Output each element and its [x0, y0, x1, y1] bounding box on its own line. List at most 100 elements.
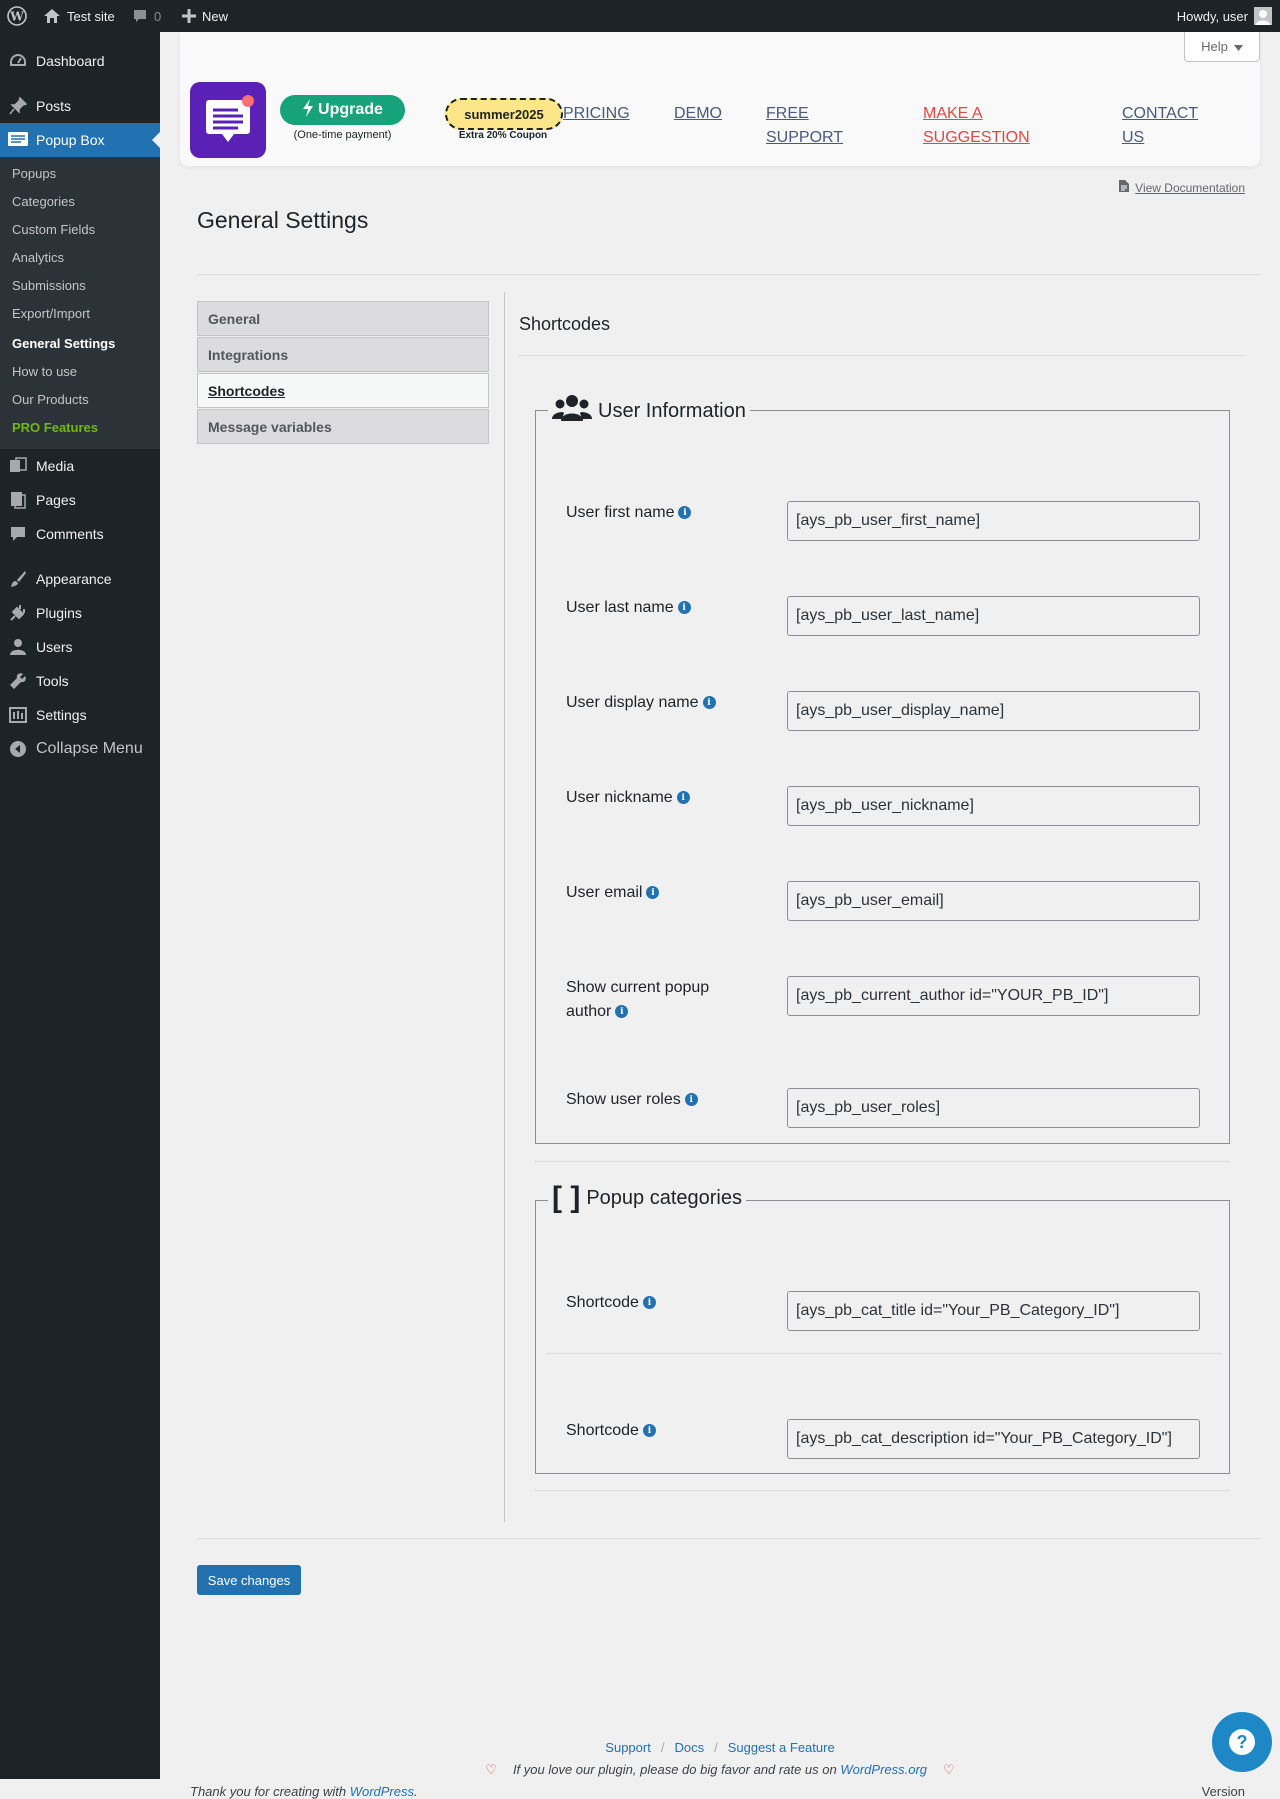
users-group-icon: [552, 393, 592, 429]
sidebar-item-plugins[interactable]: Plugins: [0, 596, 160, 630]
title-divider: [197, 274, 1260, 275]
my-account-link[interactable]: Howdy, user: [1177, 0, 1272, 32]
upgrade-note: (One-time payment): [293, 129, 392, 141]
field-label-text: User display name: [566, 694, 699, 711]
popup-box-submenu: Popups Categories Custom Fields Analytic…: [0, 157, 160, 327]
site-name-link[interactable]: Test site: [43, 0, 115, 32]
nav-pricing-link[interactable]: PRICING: [563, 102, 630, 126]
sidebar-item-users[interactable]: Users: [0, 630, 160, 664]
current-popup-author-label: Show current popup author i: [566, 976, 756, 1024]
user-icon: [0, 638, 36, 656]
sidebar-item-appearance[interactable]: Appearance: [0, 562, 160, 596]
submenu-popups[interactable]: Popups: [12, 164, 56, 184]
nav-free-support-link[interactable]: FREE SUPPORT: [766, 102, 843, 150]
page-title: General Settings: [197, 207, 369, 233]
rate-wordpress-link[interactable]: WordPress.org: [840, 1762, 927, 1777]
separator: /: [714, 1740, 718, 1755]
info-icon[interactable]: i: [642, 1296, 656, 1310]
field-label-text: User first name: [566, 504, 675, 521]
greeting: Howdy, user: [1176, 8, 1248, 24]
help-label: Help: [1201, 39, 1228, 54]
category-description-shortcode-field[interactable]: [787, 1419, 1200, 1459]
submenu-analytics[interactable]: Analytics: [12, 248, 64, 268]
sidebar-item-posts[interactable]: Posts: [0, 89, 160, 123]
user-first-name-shortcode-field[interactable]: [787, 501, 1200, 541]
nav-contact-line1: CONTACT: [1122, 105, 1199, 122]
category-title-shortcode-field[interactable]: [787, 1291, 1200, 1331]
submenu-how-to-use[interactable]: How to use: [12, 362, 77, 382]
category-title-shortcode-label: Shortcode i: [566, 1291, 756, 1315]
info-icon[interactable]: i: [684, 1093, 698, 1107]
user-nickname-shortcode-field[interactable]: [787, 786, 1200, 826]
tab-message-variables[interactable]: Message variables: [197, 409, 489, 444]
field-label-text: author: [566, 1003, 612, 1020]
user-email-shortcode-field[interactable]: [787, 881, 1200, 921]
sidebar-item-popup-box[interactable]: Popup Box: [0, 123, 160, 157]
new-content-link[interactable]: New: [182, 0, 228, 32]
info-icon[interactable]: i: [642, 1424, 656, 1438]
footer-docs-link[interactable]: Docs: [674, 1740, 704, 1755]
nav-contact-link[interactable]: CONTACT US: [1122, 102, 1198, 150]
info-icon[interactable]: i: [676, 791, 690, 805]
user-information-legend: User Information: [548, 393, 750, 429]
nav-suggestion-line2: SUGGESTION: [923, 129, 1030, 146]
view-documentation-link[interactable]: View Documentation: [1119, 180, 1245, 195]
sidebar-item-tools[interactable]: Tools: [0, 664, 160, 698]
document-icon: [1119, 180, 1130, 195]
wordpress-logo-icon[interactable]: W: [7, 0, 27, 32]
field-label-text: Show user roles: [566, 1091, 681, 1108]
help-chat-button[interactable]: ?: [1212, 1712, 1272, 1772]
form-divider: [197, 1538, 1260, 1539]
upgrade-button[interactable]: Upgrade: [280, 95, 405, 125]
nav-suggestion-link[interactable]: MAKE A SUGGESTION: [923, 102, 1030, 150]
footer-suggest-link[interactable]: Suggest a Feature: [728, 1740, 835, 1755]
dashboard-icon: [0, 52, 36, 70]
tab-integrations[interactable]: Integrations: [197, 337, 489, 372]
sidebar-item-pages[interactable]: Pages: [0, 483, 160, 517]
sidebar-item-media[interactable]: Media: [0, 449, 160, 483]
coupon-badge[interactable]: summer2025: [445, 98, 563, 130]
sidebar-item-label: Tools: [36, 673, 69, 689]
plus-icon: [182, 9, 196, 23]
question-icon: ?: [1229, 1729, 1255, 1755]
tab-general[interactable]: General: [197, 301, 489, 336]
info-icon[interactable]: i: [646, 886, 660, 900]
submenu-our-products[interactable]: Our Products: [12, 390, 89, 410]
sidebar-item-settings[interactable]: Settings: [0, 698, 160, 732]
sidebar-item-dashboard[interactable]: Dashboard: [0, 44, 160, 78]
nav-free-support-line2: SUPPORT: [766, 129, 844, 146]
sidebar-item-label: Posts: [36, 98, 72, 114]
nav-demo-link[interactable]: DEMO: [674, 102, 722, 126]
info-icon[interactable]: i: [677, 601, 691, 615]
footer-version: Version: [1201, 1784, 1245, 1799]
current-author-shortcode-field[interactable]: [787, 976, 1200, 1016]
submenu-categories[interactable]: Categories: [12, 192, 75, 212]
sidebar-item-comments[interactable]: Comments: [0, 517, 160, 551]
heart-icon: ♡: [943, 1762, 955, 1777]
save-changes-button[interactable]: Save changes: [197, 1565, 301, 1595]
info-icon[interactable]: i: [702, 696, 716, 710]
sidebar-item-label: Settings: [36, 707, 87, 723]
help-dropdown-button[interactable]: Help: [1184, 32, 1260, 62]
tabs-divider: [504, 292, 505, 1522]
nav-free-support-line1: FREE: [766, 105, 809, 122]
submenu-export-import[interactable]: Export/Import: [12, 304, 90, 324]
sidebar-item-label: Popup Box: [36, 132, 105, 148]
submenu-pro-features[interactable]: PRO Features: [12, 418, 98, 438]
plug-icon: [0, 604, 36, 622]
user-email-label: User email i: [566, 881, 756, 905]
submenu-general-settings[interactable]: General Settings: [12, 334, 115, 354]
submenu-custom-fields[interactable]: Custom Fields: [12, 220, 95, 240]
user-last-name-shortcode-field[interactable]: [787, 596, 1200, 636]
user-display-name-shortcode-field[interactable]: [787, 691, 1200, 731]
submenu-submissions[interactable]: Submissions: [12, 276, 86, 296]
info-icon[interactable]: i: [615, 1005, 629, 1019]
footer-support-link[interactable]: Support: [605, 1740, 651, 1755]
tab-shortcodes[interactable]: Shortcodes: [197, 373, 489, 408]
nav-suggestion-line1: MAKE A: [923, 105, 983, 122]
info-icon[interactable]: i: [678, 506, 692, 520]
user-roles-shortcode-field[interactable]: [787, 1088, 1200, 1128]
wordpress-link[interactable]: WordPress: [350, 1784, 414, 1799]
comments-link[interactable]: 0: [132, 0, 161, 32]
collapse-menu-button[interactable]: Collapse Menu: [0, 732, 160, 766]
